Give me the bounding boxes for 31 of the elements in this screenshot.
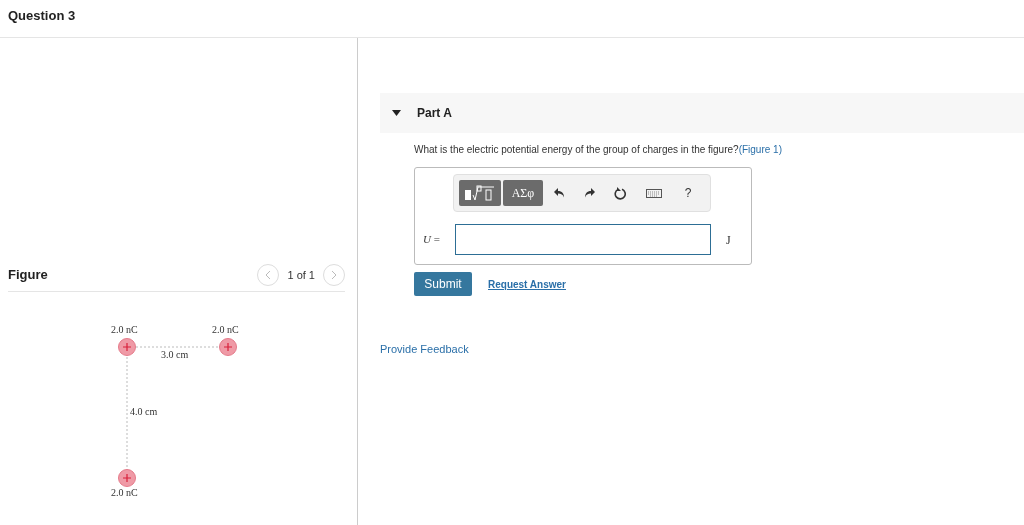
figure-label: 2.0 nC (212, 325, 239, 335)
figure-label: 2.0 nC (111, 488, 138, 498)
help-button[interactable]: ? (680, 184, 696, 202)
unit-label: J (726, 231, 731, 249)
answer-input[interactable] (455, 224, 711, 255)
positive-charge-icon (118, 469, 136, 487)
feedback-link[interactable]: Provide Feedback (380, 341, 469, 358)
keyboard-icon[interactable] (646, 188, 662, 198)
greek-button[interactable]: ΑΣφ (503, 180, 543, 206)
figure-label: 2.0 nC (111, 325, 138, 335)
question-title: Question 3 (8, 7, 76, 25)
request-answer-link[interactable]: Request Answer (488, 276, 566, 292)
undo-icon[interactable] (554, 188, 566, 198)
positive-charge-icon (219, 338, 237, 356)
part-title: Part A (417, 105, 452, 122)
figure-label: 4.0 cm (130, 407, 158, 417)
template-button[interactable] (459, 180, 501, 206)
answer-variable: U = (423, 232, 441, 248)
submit-button[interactable]: Submit (414, 272, 472, 296)
figure-pager: 1 of 1 (287, 267, 315, 283)
caret-icon[interactable] (392, 110, 401, 116)
redo-icon[interactable] (584, 188, 596, 198)
figure-link[interactable]: (Figure 1) (738, 144, 782, 155)
reset-icon[interactable] (614, 186, 628, 200)
positive-charge-icon (118, 338, 136, 356)
figure-title: Figure (8, 266, 48, 285)
template-icon (464, 185, 496, 201)
chevron-right-icon (331, 270, 337, 280)
figure-label: 3.0 cm (161, 350, 189, 360)
chevron-left-icon (265, 270, 272, 280)
question-text: What is the electric potential energy of the group of charges in the figure? (414, 144, 739, 155)
